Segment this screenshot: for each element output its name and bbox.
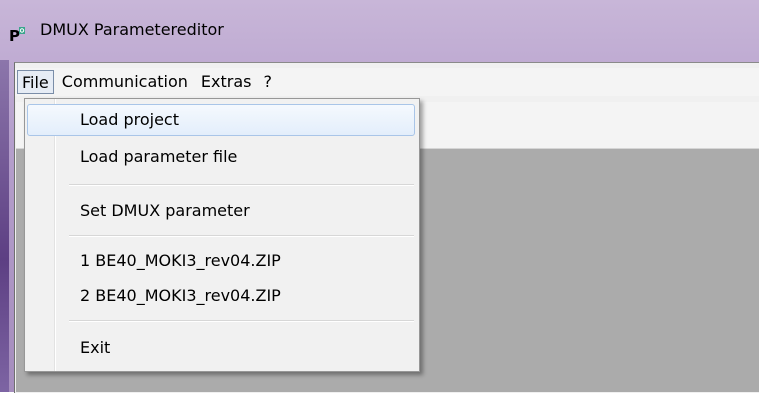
svg-text:P: P (9, 27, 20, 43)
app-icon: P (9, 27, 25, 43)
window-title: DMUX Parametereditor (40, 20, 224, 39)
file-menu-dropdown: Load project Load parameter file Set DMU… (24, 98, 420, 372)
menu-item-load-parameter-file[interactable]: Load parameter file (27, 141, 415, 173)
menu-separator (69, 184, 414, 186)
menu-help[interactable]: ? (259, 70, 276, 94)
menu-item-recent-2[interactable]: 2 BE40_MOKI3_rev04.ZIP (27, 280, 415, 312)
menu-separator (69, 320, 414, 322)
menu-icon-gutter (54, 99, 56, 371)
menu-file[interactable]: File (17, 70, 54, 94)
menu-bar: File Communication Extras ? (15, 68, 759, 96)
window-frame-edge (0, 60, 9, 392)
menu-item-recent-1[interactable]: 1 BE40_MOKI3_rev04.ZIP (27, 245, 415, 277)
menu-item-load-project[interactable]: Load project (27, 104, 415, 136)
menu-item-set-dmux-parameter[interactable]: Set DMUX parameter (27, 195, 415, 227)
menu-extras[interactable]: Extras (197, 70, 256, 94)
menu-communication[interactable]: Communication (58, 70, 192, 94)
menu-separator (69, 235, 414, 237)
menu-item-exit[interactable]: Exit (27, 332, 415, 364)
